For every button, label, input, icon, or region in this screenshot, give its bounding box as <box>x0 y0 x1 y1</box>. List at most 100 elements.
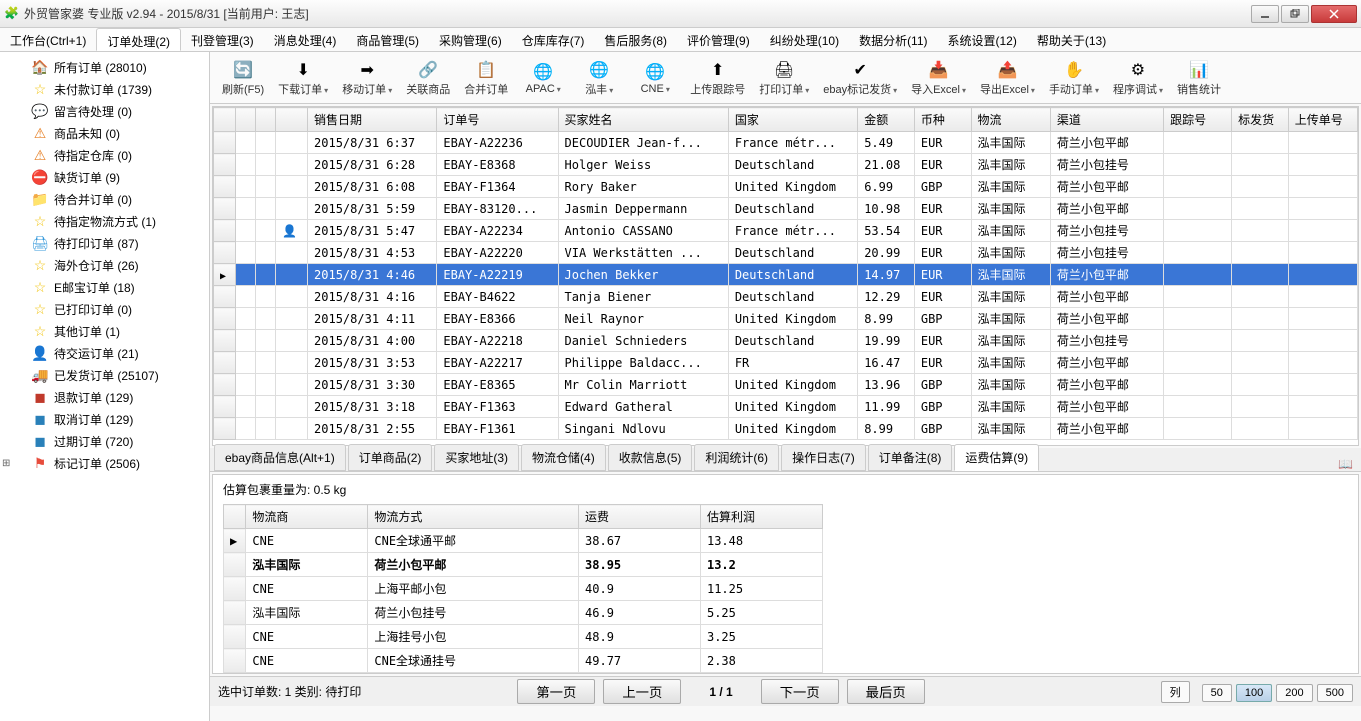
col-header[interactable]: 物流 <box>971 108 1050 132</box>
menu-item-6[interactable]: 仓库库存(7) <box>512 28 595 51</box>
ship-col-header[interactable] <box>224 505 246 529</box>
toolbar-btn-12[interactable]: 📤导出Excel▾ <box>974 57 1041 99</box>
sidebar-item-11[interactable]: ☆已打印订单 (0) <box>0 298 209 320</box>
col-header[interactable] <box>276 108 308 132</box>
ship-row[interactable]: ▶CNECNE全球通平邮38.6713.48 <box>224 529 823 553</box>
sidebar-item-15[interactable]: ◼退款订单 (129) <box>0 386 209 408</box>
col-header[interactable]: 币种 <box>914 108 971 132</box>
last-page-button[interactable]: 最后页 <box>847 679 925 704</box>
toolbar-btn-8[interactable]: ⬆上传跟踪号 <box>684 57 751 99</box>
toolbar-btn-7[interactable]: 🌐CNE▾ <box>628 59 682 97</box>
detail-tab-1[interactable]: 订单商品(2) <box>348 444 433 471</box>
sidebar-item-14[interactable]: 🚚已发货订单 (25107) <box>0 364 209 386</box>
detail-tab-8[interactable]: 运费估算(9) <box>954 444 1039 471</box>
ship-col-header[interactable]: 物流商 <box>246 505 368 529</box>
col-header[interactable]: 买家姓名 <box>558 108 728 132</box>
table-row[interactable]: 2015/8/31 5:59EBAY-83120...Jasmin Depper… <box>214 198 1358 220</box>
table-row[interactable]: 2015/8/31 2:55EBAY-F1361Singani NdlovuUn… <box>214 418 1358 440</box>
sidebar-item-6[interactable]: 📁待合并订单 (0) <box>0 188 209 210</box>
table-row[interactable]: 2015/8/31 3:30EBAY-E8365Mr Colin Marriot… <box>214 374 1358 396</box>
menu-item-3[interactable]: 消息处理(4) <box>264 28 347 51</box>
menu-item-10[interactable]: 数据分析(11) <box>849 28 937 51</box>
menu-item-1[interactable]: 订单处理(2) <box>96 28 181 51</box>
table-row[interactable]: 2015/8/31 3:53EBAY-A22217Philippe Baldac… <box>214 352 1358 374</box>
detail-tab-6[interactable]: 操作日志(7) <box>781 444 866 471</box>
sidebar-item-13[interactable]: 👤待交运订单 (21) <box>0 342 209 364</box>
sidebar-item-9[interactable]: ☆海外仓订单 (26) <box>0 254 209 276</box>
expander-icon[interactable]: ⊞ <box>2 458 14 469</box>
page-size-100[interactable]: 100 <box>1236 684 1272 702</box>
toolbar-btn-2[interactable]: ➡移动订单▾ <box>336 57 398 99</box>
menu-item-12[interactable]: 帮助关于(13) <box>1027 28 1116 51</box>
page-size-500[interactable]: 500 <box>1317 684 1353 702</box>
table-row[interactable]: 2015/8/31 6:08EBAY-F1364Rory BakerUnited… <box>214 176 1358 198</box>
table-row[interactable]: ▶2015/8/31 4:46EBAY-A22219Jochen BekkerD… <box>214 264 1358 286</box>
toolbar-btn-4[interactable]: 📋合并订单 <box>458 57 514 99</box>
menu-item-0[interactable]: 工作台(Ctrl+1) <box>0 28 96 51</box>
sidebar-item-8[interactable]: 🖨待打印订单 (87) <box>0 232 209 254</box>
col-header[interactable]: 国家 <box>728 108 857 132</box>
minimize-button[interactable] <box>1251 5 1279 23</box>
toolbar-btn-0[interactable]: 🔄刷新(F5) <box>216 57 270 99</box>
sidebar-item-0[interactable]: 🏠所有订单 (28010) <box>0 56 209 78</box>
ship-row[interactable]: CNE上海平邮小包40.911.25 <box>224 577 823 601</box>
prev-page-button[interactable]: 上一页 <box>603 679 681 704</box>
sidebar-item-10[interactable]: ☆E邮宝订单 (18) <box>0 276 209 298</box>
col-header[interactable]: 销售日期 <box>308 108 437 132</box>
col-header[interactable]: 订单号 <box>437 108 558 132</box>
table-row[interactable]: 2015/8/31 6:28EBAY-E8368Holger WeissDeut… <box>214 154 1358 176</box>
col-header[interactable] <box>214 108 236 132</box>
toolbar-btn-11[interactable]: 📥导入Excel▾ <box>905 57 972 99</box>
table-row[interactable]: 2015/8/31 6:37EBAY-A22236DECOUDIER Jean-… <box>214 132 1358 154</box>
table-row[interactable]: 2015/8/31 4:11EBAY-E8366Neil RaynorUnite… <box>214 308 1358 330</box>
table-row[interactable]: 2015/8/31 3:18EBAY-F1363Edward GatheralU… <box>214 396 1358 418</box>
detail-tab-5[interactable]: 利润统计(6) <box>694 444 779 471</box>
ship-col-header[interactable]: 物流方式 <box>368 505 579 529</box>
sidebar-item-7[interactable]: ☆待指定物流方式 (1) <box>0 210 209 232</box>
maximize-button[interactable] <box>1281 5 1309 23</box>
menu-item-8[interactable]: 评价管理(9) <box>677 28 760 51</box>
toolbar-btn-3[interactable]: 🔗关联商品 <box>400 57 456 99</box>
sidebar-item-18[interactable]: ⊞⚑标记订单 (2506) <box>0 452 209 474</box>
ship-row[interactable]: CNECNE全球通挂号49.772.38 <box>224 649 823 673</box>
toolbar-btn-1[interactable]: ⬇下载订单▾ <box>272 57 334 99</box>
col-header[interactable]: 金额 <box>858 108 915 132</box>
table-row[interactable]: 2015/8/31 4:16EBAY-B4622Tanja BienerDeut… <box>214 286 1358 308</box>
sidebar-item-5[interactable]: ⛔缺货订单 (9) <box>0 166 209 188</box>
col-header[interactable]: 上传单号 <box>1288 108 1357 132</box>
detail-tab-2[interactable]: 买家地址(3) <box>434 444 519 471</box>
detail-tab-0[interactable]: ebay商品信息(Alt+1) <box>214 444 346 471</box>
table-row[interactable]: 👤2015/8/31 5:47EBAY-A22234Antonio CASSAN… <box>214 220 1358 242</box>
col-header[interactable]: 跟踪号 <box>1164 108 1232 132</box>
col-header[interactable] <box>255 108 275 132</box>
menu-item-7[interactable]: 售后服务(8) <box>594 28 677 51</box>
page-size-50[interactable]: 50 <box>1202 684 1232 702</box>
col-header[interactable] <box>235 108 255 132</box>
toolbar-btn-15[interactable]: 📊销售统计 <box>1171 57 1227 99</box>
ship-row[interactable]: 泓丰国际荷兰小包挂号46.95.25 <box>224 601 823 625</box>
ship-col-header[interactable]: 运费 <box>579 505 701 529</box>
menu-item-4[interactable]: 商品管理(5) <box>346 28 429 51</box>
toolbar-btn-6[interactable]: 🌐泓丰▾ <box>572 57 626 99</box>
sidebar-item-17[interactable]: ◼过期订单 (720) <box>0 430 209 452</box>
detail-tab-4[interactable]: 收款信息(5) <box>608 444 693 471</box>
ship-row[interactable]: CNE上海挂号小包48.93.25 <box>224 625 823 649</box>
sidebar-item-12[interactable]: ☆其他订单 (1) <box>0 320 209 342</box>
table-row[interactable]: 2015/8/31 4:00EBAY-A22218Daniel Schniede… <box>214 330 1358 352</box>
first-page-button[interactable]: 第一页 <box>517 679 595 704</box>
page-size-200[interactable]: 200 <box>1276 684 1312 702</box>
table-row[interactable]: 2015/8/31 4:53EBAY-A22220VIA Werkstätten… <box>214 242 1358 264</box>
sidebar-item-3[interactable]: ⚠商品未知 (0) <box>0 122 209 144</box>
menu-item-5[interactable]: 采购管理(6) <box>429 28 512 51</box>
close-button[interactable] <box>1311 5 1357 23</box>
col-header[interactable]: 渠道 <box>1050 108 1163 132</box>
ship-row[interactable]: 泓丰国际荷兰小包平邮38.9513.2 <box>224 553 823 577</box>
list-label[interactable]: 列 <box>1161 681 1190 703</box>
book-icon[interactable]: 📖 <box>1338 457 1353 471</box>
toolbar-btn-10[interactable]: ✔ebay标记发货▾ <box>817 57 903 99</box>
toolbar-btn-9[interactable]: 🖨打印订单▾ <box>753 57 815 99</box>
menu-item-11[interactable]: 系统设置(12) <box>938 28 1027 51</box>
sidebar-item-2[interactable]: 💬留言待处理 (0) <box>0 100 209 122</box>
sidebar-item-1[interactable]: ☆未付款订单 (1739) <box>0 78 209 100</box>
col-header[interactable]: 标发货 <box>1232 108 1289 132</box>
